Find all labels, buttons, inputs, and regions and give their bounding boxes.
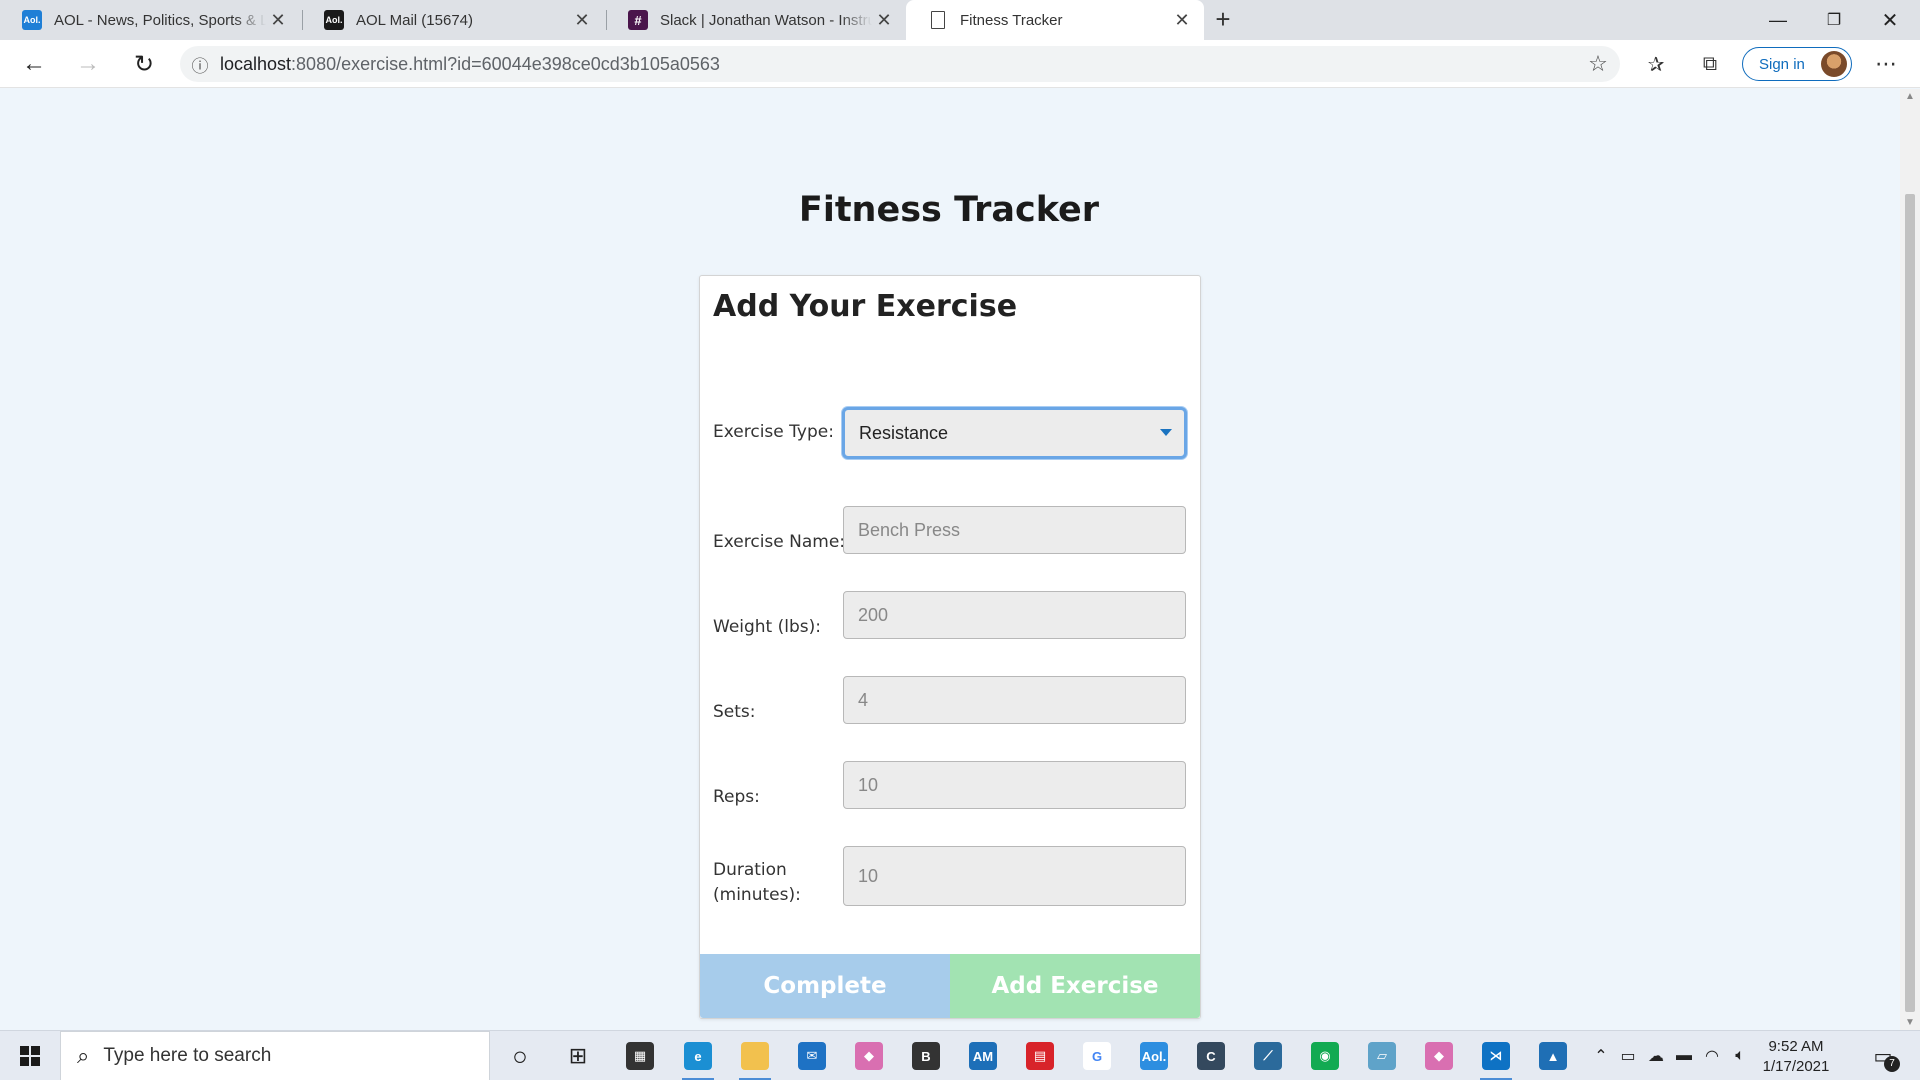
c-app-icon[interactable]: C: [1191, 1036, 1231, 1076]
tab-slack[interactable]: # Slack | Jonathan Watson - Instruc ✕: [606, 0, 906, 40]
slack-icon: #: [628, 10, 648, 30]
tab-title: AOL - News, Politics, Sports & La: [54, 11, 266, 29]
notification-center-icon[interactable]: ▭ 7: [1866, 1040, 1900, 1072]
forward-button[interactable]: →: [70, 46, 106, 82]
edge-icon[interactable]: e: [678, 1036, 718, 1080]
close-tab-icon[interactable]: ✕: [872, 10, 896, 31]
battery-icon[interactable]: ▬: [1670, 1047, 1698, 1065]
page-title: Fitness Tracker: [798, 190, 1100, 230]
tab-title: Slack | Jonathan Watson - Instruc: [660, 11, 872, 29]
sign-in-label: Sign in: [1759, 55, 1805, 73]
scroll-up-icon[interactable]: ▲: [1904, 91, 1916, 102]
task-view-icon[interactable]: ⊞: [558, 1036, 598, 1076]
exercise-form-card: Add Your Exercise Exercise Type: Resista…: [699, 275, 1201, 1019]
file-explorer-icon[interactable]: [735, 1036, 775, 1080]
weight-input[interactable]: 200: [843, 591, 1186, 639]
amex-icon[interactable]: AM: [963, 1036, 1003, 1076]
address-url[interactable]: localhost:8080/exercise.html?id=60044e39…: [220, 54, 1576, 75]
notification-badge: 7: [1884, 1056, 1900, 1072]
wifi-icon[interactable]: ◠: [1698, 1046, 1726, 1066]
windows-taskbar: ⌕ Type here to search ○ ⊞ ▦ e ✉ ◆ B AM ▤ G Aol.…: [0, 1030, 1920, 1080]
weight-label: Weight (lbs):: [713, 617, 821, 637]
tab-title: AOL Mail (15674): [356, 11, 473, 29]
minimize-button[interactable]: —: [1750, 0, 1806, 40]
notepad-icon[interactable]: ▱: [1362, 1036, 1402, 1076]
system-tray: ⌃ ▭ ☁ ▬ ◠ 🔈︎: [1588, 1031, 1754, 1080]
aol-icon: Aol.: [22, 10, 42, 30]
new-tab-button[interactable]: +: [1208, 4, 1238, 34]
tab-fitness-tracker[interactable]: Fitness Tracker ✕: [906, 0, 1204, 40]
close-tab-icon[interactable]: ✕: [570, 10, 594, 31]
close-tab-icon[interactable]: ✕: [1170, 10, 1194, 31]
favorite-star-icon[interactable]: ☆: [1576, 51, 1620, 77]
mongodb-compass-icon[interactable]: ◉: [1305, 1036, 1345, 1076]
photos-icon[interactable]: ▲: [1533, 1036, 1573, 1076]
restore-button[interactable]: ❐: [1806, 0, 1862, 40]
start-button[interactable]: [0, 1031, 60, 1080]
gitkraken-icon[interactable]: ◆: [849, 1036, 889, 1076]
tab-aol[interactable]: Aol. AOL - News, Politics, Sports & La ✕: [0, 0, 300, 40]
site-info-icon[interactable]: ⓘ: [180, 52, 220, 77]
taskbar-clock[interactable]: 9:52 AM 1/17/2021: [1758, 1037, 1834, 1077]
volume-icon[interactable]: 🔈︎: [1726, 1047, 1754, 1065]
duration-label: Duration (minutes):: [713, 860, 801, 905]
refresh-button[interactable]: ↻: [126, 46, 162, 82]
aol-mail-icon: Aol.: [324, 10, 344, 30]
cortana-icon[interactable]: ○: [500, 1036, 540, 1076]
back-button[interactable]: ←: [16, 46, 52, 82]
sets-input[interactable]: 4: [843, 676, 1186, 724]
exercise-type-select[interactable]: Resistance: [842, 407, 1187, 459]
exercise-name-label: Exercise Name:: [713, 532, 846, 552]
b-app-icon[interactable]: B: [906, 1036, 946, 1076]
mysql-icon[interactable]: ⟋: [1248, 1036, 1288, 1076]
onedrive-icon[interactable]: ☁: [1642, 1046, 1670, 1066]
page-icon: [931, 11, 945, 29]
store-icon[interactable]: ▦: [620, 1036, 660, 1076]
search-icon: ⌕: [77, 1043, 90, 1068]
chevron-down-icon: [1160, 429, 1172, 436]
reps-input[interactable]: 10: [843, 761, 1186, 809]
search-placeholder: Type here to search: [103, 1045, 272, 1066]
duration-input[interactable]: 10: [843, 846, 1186, 906]
clock-date: 1/17/2021: [1762, 1058, 1830, 1075]
red-app-icon[interactable]: ▤: [1020, 1036, 1060, 1076]
exercise-type-label: Exercise Type:: [713, 422, 834, 442]
close-tab-icon[interactable]: ✕: [266, 10, 290, 31]
google-icon[interactable]: G: [1077, 1036, 1117, 1076]
windows-logo-icon: [20, 1046, 40, 1066]
add-exercise-button[interactable]: Add Exercise: [950, 954, 1200, 1018]
card-title: Add Your Exercise: [713, 289, 1018, 324]
tab-strip: Aol. AOL - News, Politics, Sports & La ✕…: [0, 0, 1920, 40]
taskbar-search[interactable]: ⌕ Type here to search: [60, 1031, 490, 1080]
chevron-up-icon[interactable]: ⌃: [1588, 1046, 1614, 1066]
browser-toolbar: ← → ↻ ⓘ localhost:8080/exercise.html?id=…: [0, 40, 1920, 88]
gitkraken-2-icon[interactable]: ◆: [1419, 1036, 1459, 1076]
collections-icon[interactable]: ⧉: [1692, 46, 1728, 82]
exercise-type-value: Resistance: [859, 422, 949, 443]
avatar: [1821, 51, 1847, 77]
scroll-down-icon[interactable]: ▼: [1904, 1017, 1916, 1028]
clock-time: 9:52 AM: [1768, 1038, 1824, 1055]
page-viewport: Fitness Tracker Add Your Exercise Exerci…: [0, 89, 1898, 1030]
mail-icon[interactable]: ✉: [792, 1036, 832, 1076]
sets-label: Sets:: [713, 702, 756, 722]
reps-label: Reps:: [713, 787, 760, 807]
favorites-icon[interactable]: ✰: [1638, 46, 1674, 82]
page-scrollbar[interactable]: ▲ ▼: [1900, 89, 1920, 1030]
tab-title: Fitness Tracker: [960, 11, 1063, 29]
complete-button[interactable]: Complete: [700, 954, 950, 1018]
meet-now-icon[interactable]: ▭: [1614, 1046, 1642, 1066]
more-menu-icon[interactable]: ⋯: [1868, 46, 1904, 82]
aol-app-icon[interactable]: Aol.: [1134, 1036, 1174, 1076]
exercise-name-input[interactable]: Bench Press: [843, 506, 1186, 554]
scrollbar-thumb[interactable]: [1905, 194, 1915, 1012]
sign-in-button[interactable]: Sign in: [1742, 47, 1852, 81]
close-window-button[interactable]: ✕: [1862, 0, 1918, 40]
address-bar[interactable]: ⓘ localhost:8080/exercise.html?id=60044e…: [180, 46, 1620, 82]
tab-aol-mail[interactable]: Aol. AOL Mail (15674) ✕: [302, 0, 604, 40]
vscode-icon[interactable]: ⋊: [1476, 1036, 1516, 1080]
